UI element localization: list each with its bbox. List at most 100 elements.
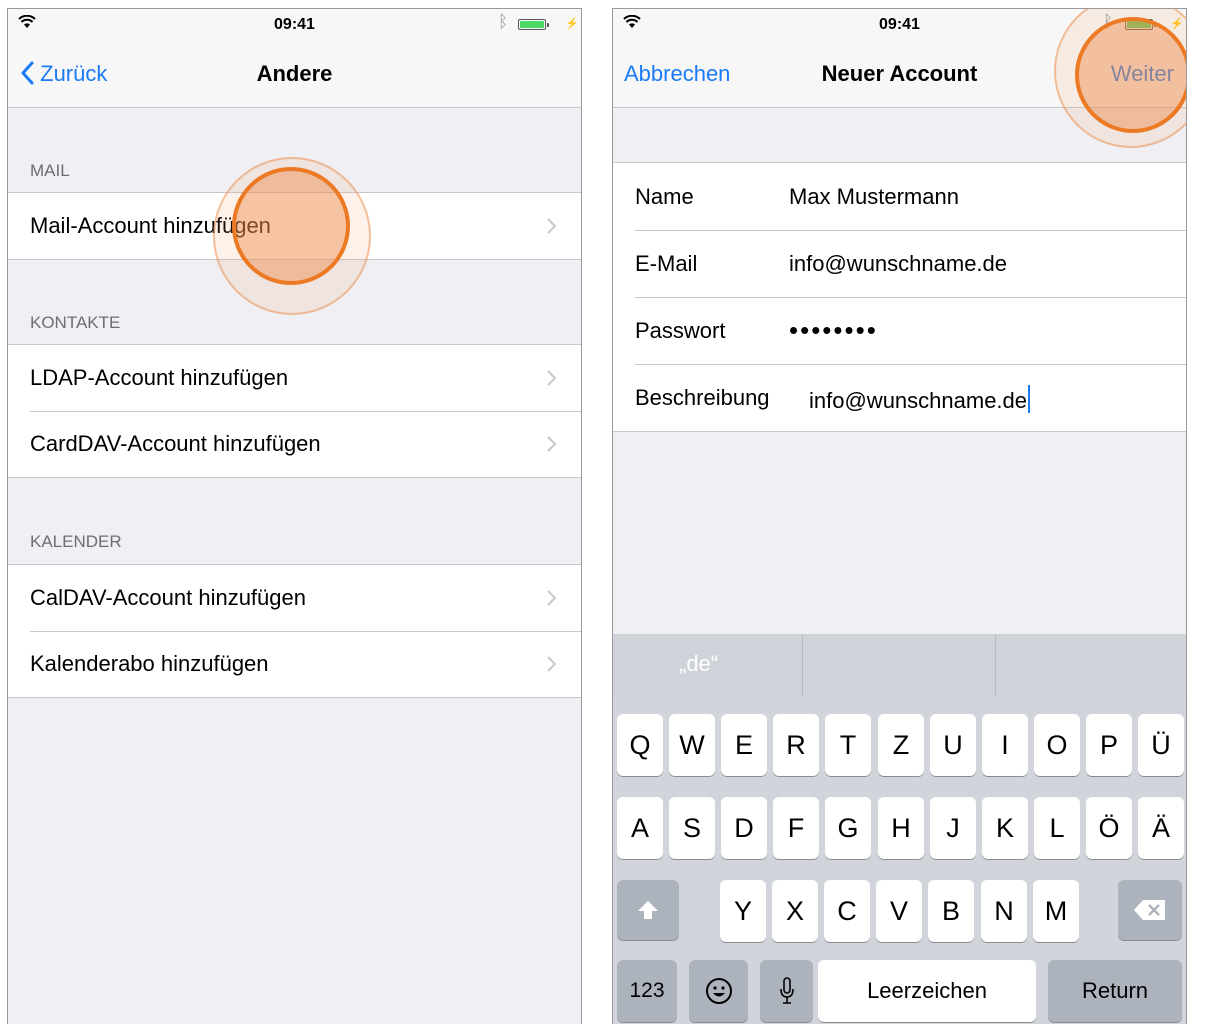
status-bar: 09:41 ᛒ ⚡ <box>613 9 1186 39</box>
dictation-key[interactable] <box>760 960 813 1022</box>
description-label: Beschreibung <box>635 385 770 410</box>
add-calendar-subscription-cell[interactable]: Kalenderabo hinzufügen <box>8 631 581 697</box>
chevron-right-icon <box>547 370 557 386</box>
key-x[interactable]: X <box>772 880 818 942</box>
key-p[interactable]: P <box>1086 714 1132 776</box>
emoji-key[interactable] <box>689 960 748 1022</box>
cell-label: Mail-Account hinzufügen <box>30 213 271 238</box>
bluetooth-icon: ᛒ <box>498 12 509 31</box>
key-u[interactable]: U <box>930 714 976 776</box>
key-label: V <box>889 896 908 926</box>
email-field[interactable]: info@wunschname.de <box>789 251 1007 277</box>
key-label: E <box>734 730 753 760</box>
key-label: J <box>946 813 960 843</box>
keyboard: QWE R T ZUIO P Ü AS DFG H JKL ÖÄ YXC VBNM 123 Leer… <box>613 697 1186 1024</box>
add-carddav-account-cell[interactable]: CardDAV-Account hinzufügen <box>8 411 581 477</box>
description-field[interactable]: info@wunschname.de <box>809 385 1031 414</box>
add-ldap-account-cell[interactable]: LDAP-Account hinzufügen <box>8 345 581 411</box>
key-t[interactable]: T <box>825 714 871 776</box>
numbers-key[interactable]: 123 <box>617 960 677 1022</box>
key-label: C <box>837 896 857 926</box>
name-label: Name <box>635 184 694 209</box>
next-button[interactable]: Weiter <box>1111 61 1174 87</box>
key-r[interactable]: R <box>773 714 819 776</box>
microphone-icon <box>779 977 794 1004</box>
shift-icon <box>638 901 658 919</box>
charging-icon: ⚡ <box>565 18 579 30</box>
shift-key[interactable] <box>617 880 679 940</box>
backspace-icon <box>1134 900 1165 920</box>
add-mail-account-cell[interactable]: Mail-Account hinzufügen <box>8 193 581 259</box>
key-label: G <box>837 813 859 843</box>
space-key[interactable]: Leerzeichen <box>818 960 1036 1022</box>
name-row[interactable]: Name Max Mustermann <box>613 163 1186 230</box>
key-label: Y <box>733 896 752 926</box>
password-field[interactable]: •••••••• <box>789 315 878 346</box>
account-form: Name Max Mustermann E-Mail info@wunschna… <box>613 162 1186 432</box>
key-c[interactable]: C <box>824 880 870 942</box>
key-label: H <box>891 813 911 843</box>
password-label: Passwort <box>635 318 726 343</box>
status-bar: 09:41 ᛒ ⚡ <box>8 9 581 39</box>
key-e[interactable]: E <box>721 714 767 776</box>
email-row[interactable]: E-Mail info@wunschname.de <box>613 230 1186 297</box>
text-cursor <box>1028 385 1031 413</box>
key-k[interactable]: K <box>982 797 1028 859</box>
suggestion-1[interactable]: „de“ <box>679 634 718 697</box>
bluetooth-icon: ᛒ <box>1103 12 1114 31</box>
key-label: Ö <box>1098 813 1120 843</box>
key-a[interactable]: A <box>617 797 663 859</box>
password-row[interactable]: Passwort •••••••• <box>613 297 1186 364</box>
key-ü[interactable]: Ü <box>1138 714 1184 776</box>
key-d[interactable]: D <box>721 797 767 859</box>
chevron-right-icon <box>547 436 557 452</box>
key-label: O <box>1046 730 1068 760</box>
name-field[interactable]: Max Mustermann <box>789 184 959 210</box>
key-y[interactable]: Y <box>720 880 766 942</box>
key-h[interactable]: H <box>878 797 924 859</box>
navigation-bar: Abbrechen Neuer Account Weiter <box>613 39 1186 108</box>
key-z[interactable]: Z <box>878 714 924 776</box>
key-label: Z <box>892 730 910 760</box>
email-label: E-Mail <box>635 251 698 276</box>
key-ö[interactable]: Ö <box>1086 797 1132 859</box>
key-label: Ü <box>1151 730 1171 760</box>
key-ä[interactable]: Ä <box>1138 797 1184 859</box>
key-label: R <box>786 730 806 760</box>
chevron-right-icon <box>547 590 557 606</box>
key-f[interactable]: F <box>773 797 819 859</box>
key-o[interactable]: O <box>1034 714 1080 776</box>
return-key[interactable]: Return <box>1048 960 1182 1022</box>
status-time: 09:41 <box>879 16 920 33</box>
key-n[interactable]: N <box>981 880 1027 942</box>
key-label: D <box>734 813 754 843</box>
key-i[interactable]: I <box>982 714 1028 776</box>
key-label: L <box>1049 813 1065 843</box>
suggestion-divider <box>995 634 996 697</box>
page-title: Neuer Account <box>821 61 978 86</box>
suggestion-divider <box>802 634 803 697</box>
key-g[interactable]: G <box>825 797 871 859</box>
key-s[interactable]: S <box>669 797 715 859</box>
key-label: P <box>1099 730 1118 760</box>
key-m[interactable]: M <box>1033 880 1079 942</box>
emoji-icon <box>705 978 732 1004</box>
section-header-mail: MAIL <box>30 161 70 180</box>
key-label: T <box>839 730 857 760</box>
cell-label: CardDAV-Account hinzufügen <box>30 431 321 456</box>
key-q[interactable]: Q <box>617 714 663 776</box>
key-l[interactable]: L <box>1034 797 1080 859</box>
backspace-key[interactable] <box>1118 880 1182 940</box>
description-value: info@wunschname.de <box>809 388 1028 413</box>
add-caldav-account-cell[interactable]: CalDAV-Account hinzufügen <box>8 565 581 631</box>
page-title: Andere <box>256 61 333 86</box>
description-row[interactable]: Beschreibung info@wunschname.de <box>613 364 1186 431</box>
key-v[interactable]: V <box>876 880 922 942</box>
numbers-label: 123 <box>629 979 665 1002</box>
key-label: S <box>682 813 701 843</box>
return-label: Return <box>1081 978 1149 1003</box>
key-w[interactable]: W <box>669 714 715 776</box>
key-j[interactable]: J <box>930 797 976 859</box>
space-label: Leerzeichen <box>867 978 987 1003</box>
key-b[interactable]: B <box>928 880 974 942</box>
